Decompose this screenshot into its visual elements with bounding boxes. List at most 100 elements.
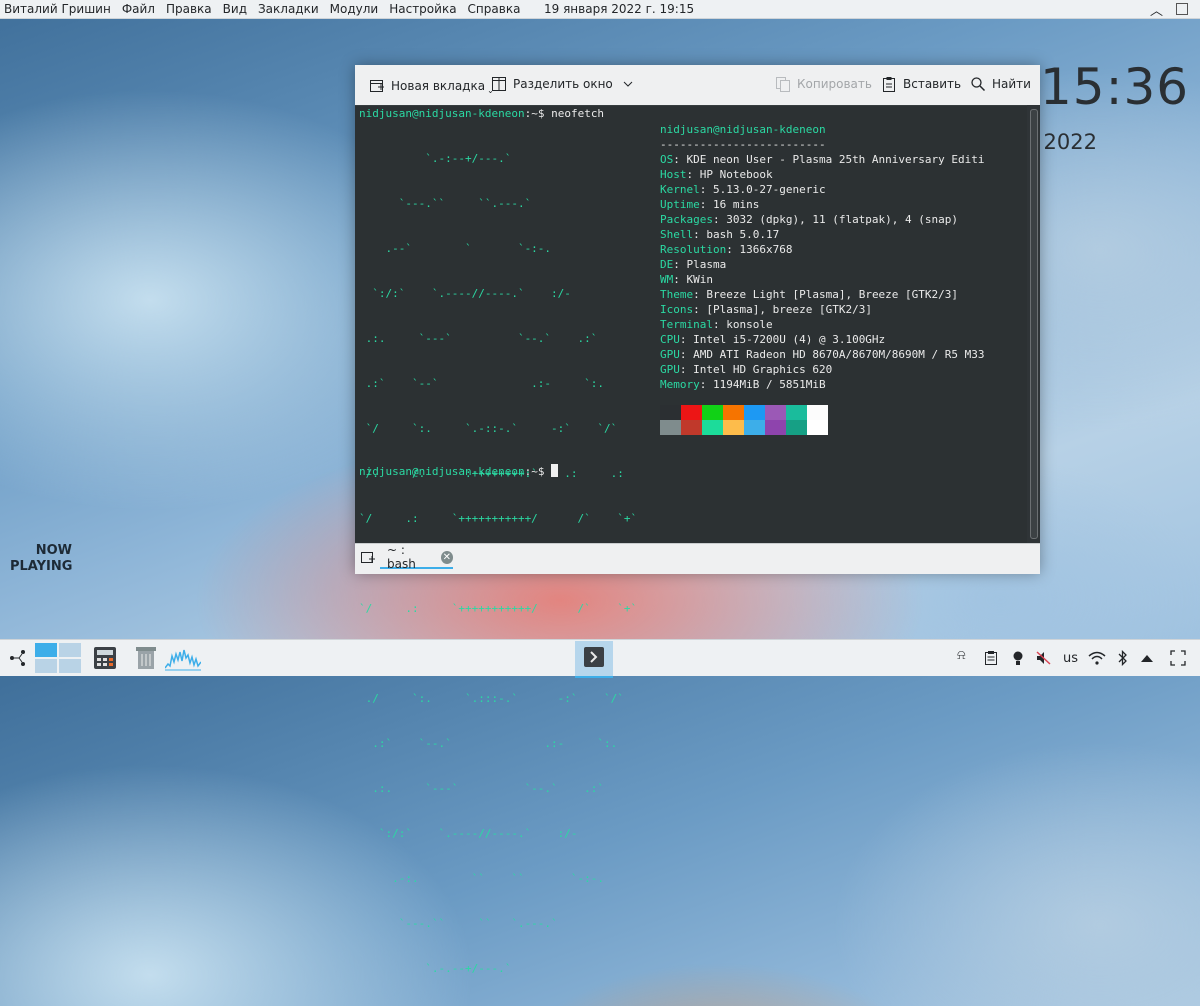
info-separator: ------------------------- xyxy=(660,138,826,151)
palette-swatch xyxy=(765,405,786,420)
prompt-suffix: :~$ xyxy=(524,107,552,120)
maximize-icon[interactable] xyxy=(1176,3,1188,15)
trash-icon[interactable] xyxy=(135,646,157,670)
tab-label: ~ : bash xyxy=(387,543,416,571)
copy-button[interactable]: Копировать xyxy=(775,76,872,92)
search-icon xyxy=(971,77,986,92)
paste-icon xyxy=(883,77,895,92)
art-line: .-:. `` `` `-:-. xyxy=(359,872,605,885)
new-tab-icon xyxy=(370,79,384,92)
art-line: .:. `---` `--.` .:` xyxy=(359,782,605,795)
scrollbar-thumb[interactable] xyxy=(1030,109,1038,539)
palette-swatch xyxy=(681,405,702,420)
prompt-user-host: nidjusan@nidjusan-kdeneon xyxy=(359,465,525,478)
new-tab-button[interactable]: Новая вкладка ⌄ xyxy=(369,76,494,95)
system-monitor-icon[interactable] xyxy=(165,646,201,672)
lightbulb-icon[interactable] xyxy=(1013,651,1023,666)
close-icon[interactable]: ✕ xyxy=(440,550,453,564)
taskbar-konsole[interactable] xyxy=(575,641,613,678)
info-row: Terminal: konsole xyxy=(660,318,773,331)
art-line: `/ `:. `.-::-.` -:` `/` xyxy=(359,422,618,435)
palette-swatch xyxy=(723,405,744,420)
info-row: Host: HP Notebook xyxy=(660,168,773,181)
tab-bash[interactable]: ~ : bash ✕ xyxy=(380,543,453,571)
bluetooth-icon[interactable] xyxy=(1118,650,1128,666)
info-row: Resolution: 1366x768 xyxy=(660,243,793,256)
art-line: `.-.--+/---.` xyxy=(359,962,512,975)
volume-muted-icon[interactable] xyxy=(1036,651,1052,665)
notifications-icon[interactable]: ⍾ xyxy=(957,648,966,663)
palette-swatch xyxy=(702,405,723,420)
application-launcher-icon[interactable] xyxy=(8,648,28,668)
info-row: OS: KDE neon User - Plasma 25th Annivers… xyxy=(660,153,985,166)
palette-swatch xyxy=(660,420,681,435)
terminal-cursor xyxy=(551,464,559,477)
palette-swatch xyxy=(744,405,765,420)
split-view-label: Разделить окно xyxy=(513,77,613,91)
chevron-up-icon[interactable] xyxy=(1141,654,1153,662)
chevron-up-icon[interactable]: ︿ xyxy=(1150,0,1163,19)
palette-row-bottom xyxy=(660,420,828,435)
palette-swatch xyxy=(807,405,828,420)
new-tab-icon[interactable] xyxy=(360,550,376,566)
split-view-button[interactable]: Разделить окно xyxy=(491,76,633,92)
palette-row-top xyxy=(660,405,828,420)
menu-bookmarks[interactable]: Закладки xyxy=(258,2,319,16)
konsole-toolbar: Новая вкладка ⌄ Разделить окно Копироват… xyxy=(355,65,1040,106)
find-button[interactable]: Найти xyxy=(970,76,1031,92)
top-panel: Виталий Гришин Файл Правка Вид Закладки … xyxy=(0,0,1200,19)
palette-swatch xyxy=(681,420,702,435)
menu-file[interactable]: Файл xyxy=(122,2,155,16)
menu-edit[interactable]: Правка xyxy=(166,2,212,16)
konsole-window: Новая вкладка ⌄ Разделить окно Копироват… xyxy=(355,65,1040,975)
paste-label: Вставить xyxy=(903,77,962,91)
art-line: `/ .: `+++++++++++/ /` `+` xyxy=(359,512,638,525)
info-row: Memory: 1194MiB / 5851MiB xyxy=(660,378,826,391)
palette-swatch xyxy=(807,420,828,435)
terminal-scrollbar[interactable] xyxy=(1027,105,1040,543)
palette-swatch xyxy=(723,420,744,435)
art-line: .:. `---` `--.` .:` xyxy=(359,332,598,345)
info-user-host: nidjusan@nidjusan-kdeneon xyxy=(660,123,826,136)
new-tab-label: Новая вкладка xyxy=(391,78,486,93)
show-desktop-icon[interactable] xyxy=(1170,650,1186,666)
palette-swatch xyxy=(786,420,807,435)
info-row: Uptime: 16 mins xyxy=(660,198,760,211)
clipboard-icon[interactable] xyxy=(985,651,997,665)
menu-help[interactable]: Справка xyxy=(468,2,521,16)
palette-swatch xyxy=(702,420,723,435)
menu-plugins[interactable]: Модули xyxy=(330,2,379,16)
calculator-icon[interactable] xyxy=(94,647,116,669)
neofetch-info: nidjusan@nidjusan-kdeneon --------------… xyxy=(660,122,985,392)
paste-button[interactable]: Вставить xyxy=(881,76,961,92)
command-line: nidjusan@nidjusan-kdeneon:~$ neofetch xyxy=(359,106,604,121)
prompt-suffix: :~$ xyxy=(524,465,552,478)
info-row: Icons: [Plasma], breeze [GTK2/3] xyxy=(660,303,872,316)
split-view-icon xyxy=(492,77,506,91)
konsole-icon xyxy=(584,647,604,667)
art-line: .:` `--` .:- `:. xyxy=(359,377,605,390)
keyboard-layout-indicator[interactable]: us xyxy=(1063,651,1078,666)
user-menu[interactable]: Виталий Гришин xyxy=(4,2,111,16)
art-line: `:/:` `.----//----.` :/- xyxy=(359,287,571,300)
art-line: `:/:` `.----//----.` :/- xyxy=(359,827,578,840)
find-label: Найти xyxy=(992,77,1031,91)
art-line: `/ .: `+++++++++++/ /` `+` xyxy=(359,602,638,615)
info-row: Packages: 3032 (dpkg), 11 (flatpak), 4 (… xyxy=(660,213,959,226)
art-line: .:` `--.` .:- `:. xyxy=(359,737,618,750)
wifi-icon[interactable] xyxy=(1088,651,1106,665)
info-row: WM: KWin xyxy=(660,273,713,286)
bottom-panel: ⍾ us xyxy=(0,639,1200,678)
panel-datetime[interactable]: 19 января 2022 г. 19:15 xyxy=(544,2,694,16)
copy-icon xyxy=(776,77,790,92)
menu-settings[interactable]: Настройка xyxy=(389,2,456,16)
terminal-area[interactable]: nidjusan@nidjusan-kdeneon:~$ neofetch `.… xyxy=(355,105,1027,975)
command-text: neofetch xyxy=(551,107,605,120)
global-menu: Виталий Гришин Файл Правка Вид Закладки … xyxy=(4,2,531,16)
art-line: `---.`` `` `.---.` xyxy=(359,917,558,930)
info-row: GPU: AMD ATI Radeon HD 8670A/8670M/8690M… xyxy=(660,348,985,361)
pager-icon[interactable] xyxy=(35,643,81,673)
menu-view[interactable]: Вид xyxy=(223,2,247,16)
konsole-tabbar: ~ : bash ✕ xyxy=(355,543,1040,574)
art-line: .--` ` `-:-. xyxy=(359,242,552,255)
